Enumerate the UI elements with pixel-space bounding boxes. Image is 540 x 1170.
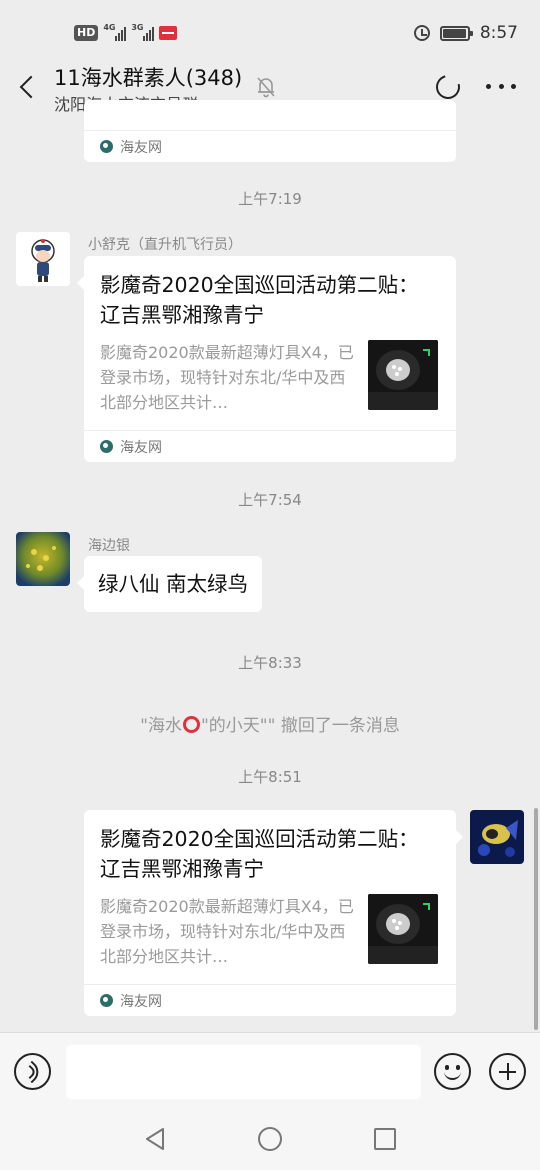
notification-alert-icon: [159, 26, 178, 40]
pilot-avatar-icon: [16, 232, 70, 286]
avatar[interactable]: [16, 532, 70, 586]
scrollbar[interactable]: [534, 808, 538, 1030]
signal-3g-icon: 3G: [131, 23, 155, 41]
nav-home-icon[interactable]: [258, 1127, 282, 1151]
card-footer: 海友网: [84, 984, 456, 1016]
nav-recent-icon[interactable]: [374, 1128, 396, 1150]
system-nav-bar: [0, 1110, 540, 1170]
recall-notice: "海水 "的小天"" 撤回了一条消息: [0, 711, 540, 736]
card-footer: 海友网: [84, 430, 456, 462]
link-card[interactable]: 影魔奇2020全国巡回活动第二贴： 辽吉黑鄂湘豫青宁 影魔奇2020款最新超薄灯…: [77, 256, 456, 462]
signal-3g-label: 3G: [131, 23, 144, 32]
status-left: HD 4G 3G: [74, 22, 178, 44]
status-time: 8:57: [479, 23, 518, 43]
more-icon[interactable]: [486, 84, 516, 90]
avatar[interactable]: [470, 810, 524, 864]
plus-icon[interactable]: [489, 1053, 526, 1090]
timestamp: 上午8:33: [238, 654, 302, 672]
back-icon[interactable]: [14, 72, 42, 102]
hd-badge: HD: [74, 25, 99, 41]
timestamp: 上午7:19: [238, 190, 302, 208]
card-thumbnail: [368, 894, 438, 964]
card-description: 影魔奇2020款最新超薄灯具X4，已登录市场，现特针对东北/华中及西北部分地区共…: [100, 897, 354, 966]
alarm-icon: [413, 25, 430, 41]
chat-title: 11海水群素人(348): [54, 66, 243, 90]
timestamp: 上午7:54: [238, 491, 302, 509]
message-input[interactable]: [66, 1045, 421, 1099]
card-footer: 海友网: [84, 130, 456, 162]
status-bar: HD 4G 3G 8:57: [0, 0, 540, 66]
emoji-icon[interactable]: [434, 1053, 471, 1090]
battery-icon: [439, 25, 473, 41]
source-label: 海友网: [120, 440, 162, 456]
source-icon: [100, 994, 113, 1007]
source-icon: [100, 440, 113, 453]
text-message[interactable]: 绿八仙 南太绿鸟: [76, 556, 263, 612]
sender-name: 小舒克（直升机飞行员）: [88, 237, 242, 253]
voice-icon[interactable]: [14, 1053, 51, 1090]
input-bar: [0, 1032, 540, 1110]
recall-suffix: "的小天"" 撤回了一条消息: [200, 716, 400, 736]
status-right: 8:57: [413, 22, 518, 44]
source-icon: [100, 140, 113, 153]
sender-name: 海边银: [88, 538, 130, 554]
card-thumbnail: [368, 340, 438, 410]
source-label: 海友网: [120, 140, 162, 156]
timestamp: 上午8:51: [238, 768, 302, 786]
coral-avatar-icon: [16, 532, 70, 586]
link-card-partial[interactable]: 海友网: [84, 100, 456, 162]
source-label: 海友网: [120, 994, 162, 1010]
fish-avatar-icon: [470, 810, 524, 864]
card-title: 影魔奇2020全国巡回活动第二贴： 辽吉黑鄂湘豫青宁: [100, 827, 419, 881]
red-circle-emoji-icon: [182, 716, 200, 733]
avatar[interactable]: [16, 232, 70, 286]
signal-4g-label: 4G: [103, 23, 116, 32]
refresh-icon[interactable]: [431, 70, 465, 104]
card-title: 影魔奇2020全国巡回活动第二贴： 辽吉黑鄂湘豫青宁: [100, 273, 419, 327]
nav-back-icon[interactable]: [143, 1126, 167, 1152]
card-description: 影魔奇2020款最新超薄灯具X4，已登录市场，现特针对东北/华中及西北部分地区共…: [100, 343, 354, 412]
link-card[interactable]: 影魔奇2020全国巡回活动第二贴： 辽吉黑鄂湘豫青宁 影魔奇2020款最新超薄灯…: [84, 810, 463, 1016]
signal-4g-icon: 4G: [103, 23, 127, 41]
mute-bell-icon: [257, 77, 275, 98]
recall-prefix: "海水: [140, 716, 182, 736]
